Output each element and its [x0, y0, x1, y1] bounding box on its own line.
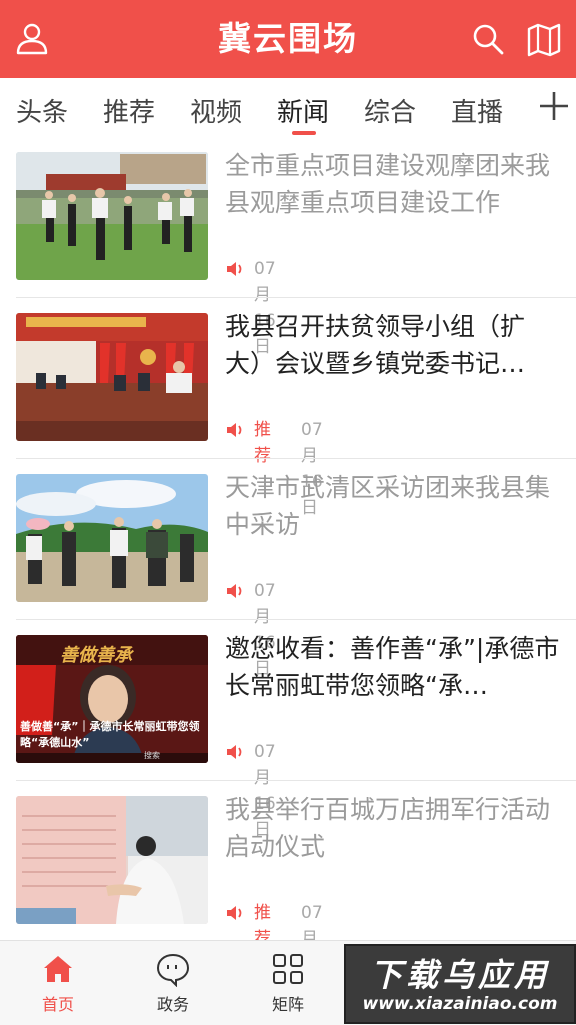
speaker-icon[interactable]: [225, 581, 245, 601]
home-icon: [44, 956, 72, 982]
tab-live[interactable]: 直播: [451, 92, 503, 129]
news-thumbnail: [16, 313, 208, 441]
watermark-title: 下载乌应用: [369, 956, 550, 994]
news-title: 邀您收看：善作善“承”|承德市长常丽虹带您领略“承…: [225, 634, 560, 700]
divider: [16, 619, 576, 620]
news-item[interactable]: 善做善承 善做善“承”｜承德市长常丽虹带您领略“承德山水” 搜索 邀您收看：善作…: [0, 626, 576, 840]
watermark-url: www.xiazainiao.com: [362, 994, 558, 1014]
news-title: 全市重点项目建设观摩团来我县观摩重点项目建设工作: [225, 151, 551, 217]
tab-general[interactable]: 综合: [364, 92, 416, 129]
recommend-tag: 推荐: [254, 420, 271, 466]
thumb-brand-text: 善做善承: [60, 645, 132, 666]
watermark: 下载乌应用 www.xiazainiao.com: [344, 944, 576, 1024]
news-item[interactable]: 全市重点项目建设观摩团来我县观摩重点项目建设工作 07月16日: [0, 143, 576, 357]
speaker-icon[interactable]: [225, 420, 245, 440]
tabbar-label: 矩阵: [271, 995, 304, 1014]
tabbar-item-government[interactable]: 政务: [125, 941, 221, 1025]
speaker-icon[interactable]: [225, 259, 245, 279]
news-item[interactable]: 我县召开扶贫领导小组（扩大）会议暨乡镇党委书记… 推荐 07月16日: [0, 304, 576, 518]
speaker-icon[interactable]: [225, 742, 245, 762]
app-header: 冀云围场: [0, 0, 576, 78]
news-title: 我县召开扶贫领导小组（扩大）会议暨乡镇党委书记…: [225, 312, 526, 378]
thumb-small-text: 搜索: [144, 751, 160, 760]
tab-news[interactable]: 新闻: [277, 92, 329, 129]
news-title: 天津市武清区采访团来我县集中采访: [225, 473, 551, 539]
news-thumbnail: [16, 796, 208, 924]
chat-bubble-icon: [156, 953, 190, 987]
active-tab-indicator: [292, 131, 316, 135]
news-title: 我县举行百城万店拥军行活动启动仪式: [225, 795, 551, 861]
divider: [16, 297, 576, 298]
news-item[interactable]: 天津市武清区采访团来我县集中采访 07月16日: [0, 465, 576, 679]
tab-headlines[interactable]: 头条: [16, 92, 68, 129]
search-icon[interactable]: [468, 19, 508, 59]
divider: [16, 458, 576, 459]
news-thumbnail: [16, 474, 208, 602]
news-thumbnail: 善做善承 善做善“承”｜承德市长常丽虹带您领略“承德山水” 搜索: [16, 635, 208, 763]
tabbar-item-home[interactable]: 首页: [10, 941, 106, 1025]
grid-icon: [273, 954, 303, 984]
divider: [16, 780, 576, 781]
map-icon[interactable]: [524, 19, 564, 59]
tabbar-item-matrix[interactable]: 矩阵: [240, 941, 336, 1025]
category-tabs: 头条 推荐 视频 新闻 综合 直播: [0, 78, 576, 140]
tabbar-label: 首页: [41, 995, 74, 1014]
tabbar-label: 政务: [156, 995, 189, 1014]
tab-video[interactable]: 视频: [190, 92, 242, 129]
add-channel-icon[interactable]: [536, 88, 572, 124]
speaker-icon[interactable]: [225, 903, 245, 923]
tab-recommended[interactable]: 推荐: [103, 92, 155, 129]
thumb-caption: 善做善“承”｜承德市长常丽虹带您领略“承德山水”: [20, 720, 200, 749]
news-thumbnail: [16, 152, 208, 280]
news-item[interactable]: 我县举行百城万店拥军行活动启动仪式 推荐 07月15日: [0, 787, 576, 1001]
